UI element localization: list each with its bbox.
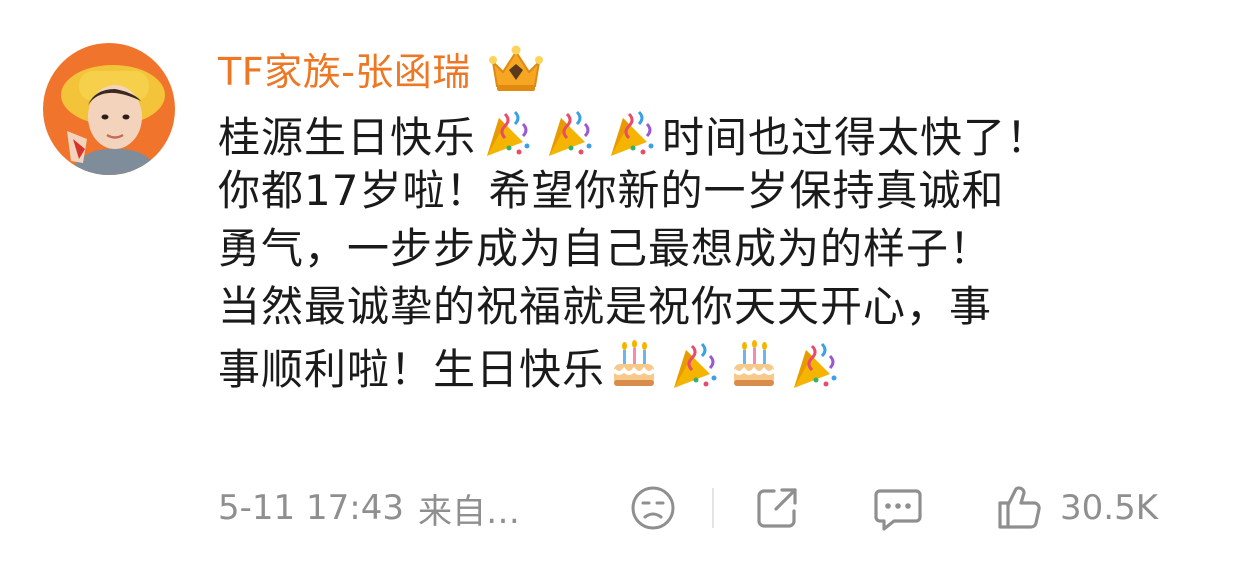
comment-line-3: 勇气，一步步成为自己最想成为的样子！ — [218, 224, 993, 273]
avatar[interactable] — [43, 43, 175, 175]
comment-line-5: 事顺利啦！生日快乐 — [218, 336, 1208, 394]
comment-line-1: 桂源生日快乐 时间也过得太快了！ — [218, 104, 1208, 162]
comment-text-segment: 桂源生日快乐 — [218, 113, 477, 162]
birthday-cake-icon — [608, 336, 660, 407]
birthday-cake-icon — [728, 336, 780, 407]
footer-divider — [712, 488, 714, 528]
sad-face-icon[interactable] — [628, 483, 678, 533]
comment-footer: 5-11 17:43 来自… 30.5K — [218, 483, 1228, 533]
comment-header: TF家族-张函瑞 — [218, 40, 547, 96]
comment-icon[interactable] — [872, 483, 924, 533]
comment-timestamp: 5-11 17:43 — [218, 488, 404, 528]
comment-source[interactable]: 来自… — [418, 484, 628, 533]
share-icon[interactable] — [752, 483, 802, 533]
comment-line-4: 当然最诚挚的祝福就是祝你天天开心，事 — [218, 282, 993, 331]
comment-text: 桂源生日快乐 时间也过得太快了！ 你都17岁啦！希望你新的一岁保持真诚和 勇气，一… — [218, 104, 1208, 394]
like-thumbs-up-icon[interactable] — [994, 483, 1044, 533]
like-count: 30.5K — [1060, 488, 1158, 528]
comment-text-segment: 事顺利啦！生日快乐 — [218, 345, 606, 394]
confetti-icon — [786, 336, 842, 407]
confetti-icon — [666, 336, 722, 407]
avatar-image — [43, 43, 175, 175]
username-link[interactable]: TF家族-张函瑞 — [218, 41, 471, 96]
comment-text-segment: 时间也过得太快了！ — [662, 113, 1050, 162]
crown-badge-icon[interactable] — [485, 42, 547, 94]
comment-line-2: 你都17岁啦！希望你新的一岁保持真诚和 — [218, 166, 1005, 215]
